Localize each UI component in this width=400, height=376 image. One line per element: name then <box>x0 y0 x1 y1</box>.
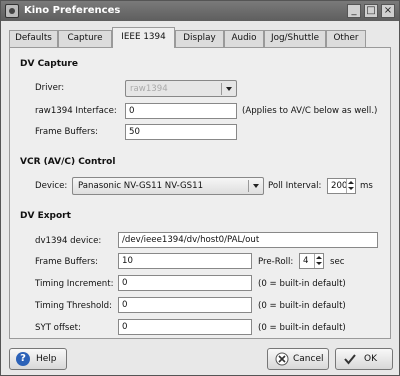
title-bar[interactable]: Kino Preferences _ □ × <box>1 1 399 21</box>
interface-hint: (Applies to AV/C below as well.) <box>242 106 378 116</box>
spin-buttons[interactable] <box>346 179 355 193</box>
maximize-button[interactable]: □ <box>364 4 378 18</box>
driver-label: Driver: <box>35 83 65 93</box>
export-frame-buffers-label: Frame Buffers: <box>35 257 98 267</box>
tab-display[interactable]: Display <box>175 30 224 47</box>
syt-offset-label: SYT offset: <box>35 323 81 333</box>
tab-audio[interactable]: Audio <box>224 30 264 47</box>
cancel-button-label: Cancel <box>293 354 324 364</box>
ok-button[interactable]: OK <box>335 348 393 370</box>
pre-roll-spinner[interactable]: 4 <box>299 253 324 269</box>
dv-capture-heading: DV Capture <box>20 59 78 69</box>
ok-button-label: OK <box>364 354 377 364</box>
tab-jog-shuttle[interactable]: Jog/Shuttle <box>264 30 326 47</box>
timing-increment-field[interactable]: 0 <box>118 275 252 291</box>
vcr-device-select[interactable]: Panasonic NV-GS11 NV-GS11 <box>72 177 264 195</box>
tab-defaults[interactable]: Defaults <box>9 30 58 47</box>
frame-buffers-label: Frame Buffers: <box>35 127 98 137</box>
cancel-icon <box>275 352 289 366</box>
timing-threshold-field[interactable]: 0 <box>118 297 252 313</box>
spin-up-icon[interactable] <box>316 256 322 259</box>
checkmark-icon <box>344 354 356 365</box>
timing-increment-hint: (0 = built-in default) <box>258 279 346 289</box>
tab-ieee-1394[interactable]: IEEE 1394 <box>112 27 175 48</box>
raw1394-interface-field[interactable]: 0 <box>125 103 237 119</box>
raw1394-interface-label: raw1394 Interface: <box>35 106 117 116</box>
vcr-control-heading: VCR (AV/C) Control <box>20 157 116 167</box>
dv1394-device-label: dv1394 device: <box>35 236 102 246</box>
help-icon: ? <box>16 352 30 366</box>
spin-down-icon[interactable] <box>348 187 354 190</box>
chevron-down-icon <box>253 184 259 188</box>
preferences-window: Kino Preferences _ □ × Defaults Capture … <box>0 0 400 376</box>
dv-export-heading: DV Export <box>20 211 71 221</box>
timing-threshold-label: Timing Threshold: <box>35 301 113 311</box>
driver-select-value: raw1394 <box>130 84 168 94</box>
app-icon <box>5 4 19 18</box>
help-button[interactable]: ? Help <box>9 348 67 370</box>
timing-threshold-hint: (0 = built-in default) <box>258 301 346 311</box>
minimize-button[interactable]: _ <box>347 4 361 18</box>
close-button[interactable]: × <box>381 4 395 18</box>
spin-up-icon[interactable] <box>348 181 354 184</box>
syt-offset-field[interactable]: 0 <box>118 319 252 335</box>
poll-interval-value: 200 <box>331 181 348 191</box>
help-button-label: Help <box>36 354 57 364</box>
spin-buttons[interactable] <box>314 254 323 268</box>
tab-other[interactable]: Other <box>326 30 366 47</box>
capture-frame-buffers-field[interactable]: 50 <box>125 124 237 140</box>
driver-select[interactable]: raw1394 <box>125 80 237 97</box>
ieee1394-panel: DV Capture Driver: raw1394 raw1394 Inter… <box>9 47 391 339</box>
pre-roll-label: Pre-Roll: <box>258 257 294 267</box>
chevron-down-icon <box>226 87 232 91</box>
timing-increment-label: Timing Increment: <box>35 279 114 289</box>
dv1394-device-field[interactable]: /dev/ieee1394/dv/host0/PAL/out <box>118 232 378 248</box>
device-label: Device: <box>35 181 68 191</box>
pre-roll-unit: sec <box>330 257 345 267</box>
poll-unit: ms <box>360 181 373 191</box>
poll-interval-label: Poll Interval: <box>268 181 322 191</box>
tab-capture[interactable]: Capture <box>58 30 112 47</box>
window-title: Kino Preferences <box>24 5 121 16</box>
cancel-button[interactable]: Cancel <box>267 348 329 370</box>
syt-offset-hint: (0 = built-in default) <box>258 323 346 333</box>
pre-roll-value: 4 <box>303 256 309 266</box>
poll-interval-spinner[interactable]: 200 <box>327 178 356 194</box>
vcr-device-value: Panasonic NV-GS11 NV-GS11 <box>78 181 204 191</box>
spin-down-icon[interactable] <box>316 262 322 265</box>
export-frame-buffers-field[interactable]: 10 <box>118 253 252 269</box>
